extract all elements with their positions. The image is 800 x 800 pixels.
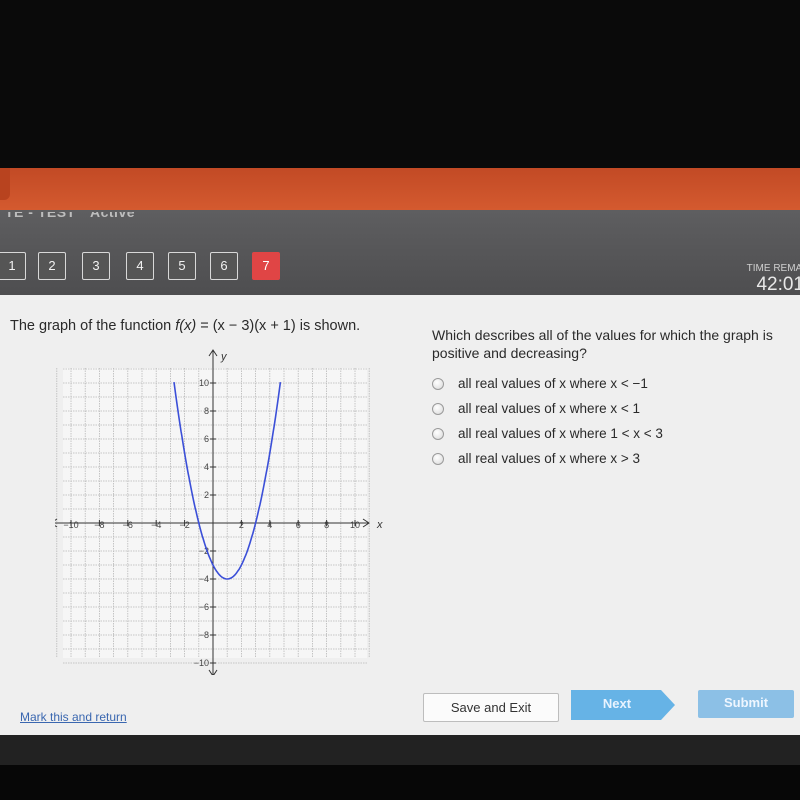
answer-option-4[interactable]: all real values of x where x > 3 xyxy=(432,451,640,466)
answer-option-1[interactable]: all real values of x where x < −1 xyxy=(432,376,648,391)
x-tick-label: 10 xyxy=(350,520,360,530)
x-tick-label: 8 xyxy=(324,520,329,530)
test-name-label: TE - TEST xyxy=(5,212,76,220)
test-status-label: Active xyxy=(90,212,136,220)
radio-button[interactable] xyxy=(432,452,444,465)
radio-button[interactable] xyxy=(432,377,444,390)
y-tick-label: −8 xyxy=(199,630,209,640)
test-header xyxy=(0,210,800,295)
screen-bezel-top xyxy=(0,0,800,168)
radio-button[interactable] xyxy=(432,427,444,440)
app-top-bar-tab xyxy=(0,168,10,200)
answer-option-label: all real values of x where x < −1 xyxy=(458,376,648,391)
x-tick-label: 6 xyxy=(296,520,301,530)
x-tick-label: 2 xyxy=(239,520,244,530)
answer-option-label: all real values of x where x > 3 xyxy=(458,451,640,466)
question-nav-item-7[interactable]: 7 xyxy=(252,252,280,280)
x-tick-label: −6 xyxy=(123,520,133,530)
question-nav-item-1[interactable]: 1 xyxy=(0,252,26,280)
x-tick-label: −8 xyxy=(94,520,104,530)
y-tick-label: 8 xyxy=(204,406,209,416)
y-tick-label: −10 xyxy=(194,658,209,668)
answer-option-label: all real values of x where x < 1 xyxy=(458,401,640,416)
answer-option-label: all real values of x where 1 < x < 3 xyxy=(458,426,663,441)
question-nav-item-3[interactable]: 3 xyxy=(82,252,110,280)
question-prompt: The graph of the function f(x) = (x − 3)… xyxy=(10,318,360,334)
x-tick-label: −4 xyxy=(151,520,161,530)
save-and-exit-button[interactable]: Save and Exit xyxy=(423,693,559,722)
question-nav-item-5[interactable]: 5 xyxy=(168,252,196,280)
radio-button[interactable] xyxy=(432,402,444,415)
y-tick-label: 4 xyxy=(204,462,209,472)
function-name: f(x) xyxy=(175,318,197,334)
x-axis-label: x xyxy=(376,519,383,531)
mark-and-return-link[interactable]: Mark this and return xyxy=(20,710,127,724)
time-remaining-label: TIME REMAINING xyxy=(746,263,800,274)
x-tick-label: −10 xyxy=(63,520,78,530)
question-prompt-suffix: = (x − 3)(x + 1) is shown. xyxy=(196,318,361,334)
function-graph: xy−10 −8 −6 −4 −2 2 4 6 8 10108642−2−4−6−8−10 xyxy=(55,349,383,675)
x-tick-label: −2 xyxy=(179,520,189,530)
next-button-label: Next xyxy=(602,696,632,711)
y-tick-label: −6 xyxy=(199,602,209,612)
question-nav-item-6[interactable]: 6 xyxy=(210,252,238,280)
taskbar-strip xyxy=(0,735,800,765)
y-tick-label: 2 xyxy=(204,490,209,500)
question-ask: Which describes all of the values for wh… xyxy=(432,327,773,361)
question-nav-item-2[interactable]: 2 xyxy=(38,252,66,280)
app-top-bar xyxy=(0,168,800,210)
y-tick-label: 6 xyxy=(204,434,209,444)
next-button[interactable]: Next xyxy=(571,690,675,720)
submit-button[interactable]: Submit xyxy=(698,690,794,718)
question-prompt-prefix: The graph of the function xyxy=(10,318,176,334)
x-tick-label: 4 xyxy=(267,520,272,530)
y-tick-label: 10 xyxy=(199,378,209,388)
answer-option-2[interactable]: all real values of x where x < 1 xyxy=(432,401,640,416)
question-nav-item-4[interactable]: 4 xyxy=(126,252,154,280)
y-tick-label: −4 xyxy=(199,574,209,584)
answer-option-3[interactable]: all real values of x where 1 < x < 3 xyxy=(432,426,663,441)
y-axis-label: y xyxy=(220,351,228,363)
time-remaining-value: 42:01 xyxy=(756,274,800,295)
